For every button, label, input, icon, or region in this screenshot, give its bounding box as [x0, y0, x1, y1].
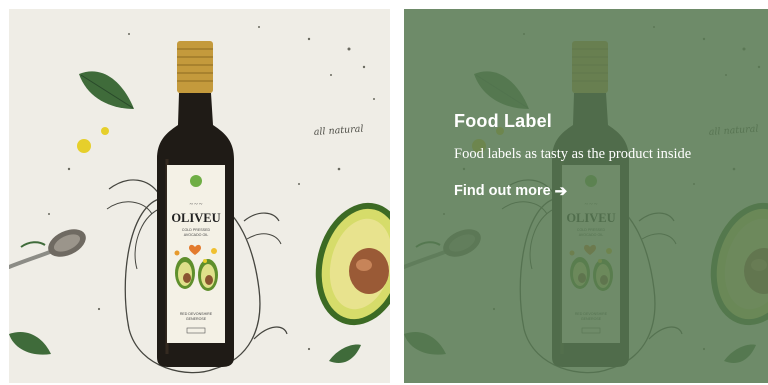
card-description: Food labels as tasty as the product insi… — [454, 146, 692, 162]
portfolio-card-food-label[interactable]: Food Label Food labels as tasty as the p… — [404, 9, 768, 383]
find-out-more-label: Find out more — [454, 183, 551, 199]
oliveu-bottle-illustration — [9, 24, 390, 375]
portfolio-card-oliveu[interactable] — [9, 9, 390, 383]
card-title: Food Label — [454, 111, 552, 131]
find-out-more-link[interactable]: Find out more ➔ — [454, 182, 567, 200]
card-caption: Food Label Food labels as tasty as the p… — [454, 111, 691, 200]
oliveu-product-image — [9, 9, 390, 383]
arrow-right-icon: ➔ — [554, 183, 568, 200]
